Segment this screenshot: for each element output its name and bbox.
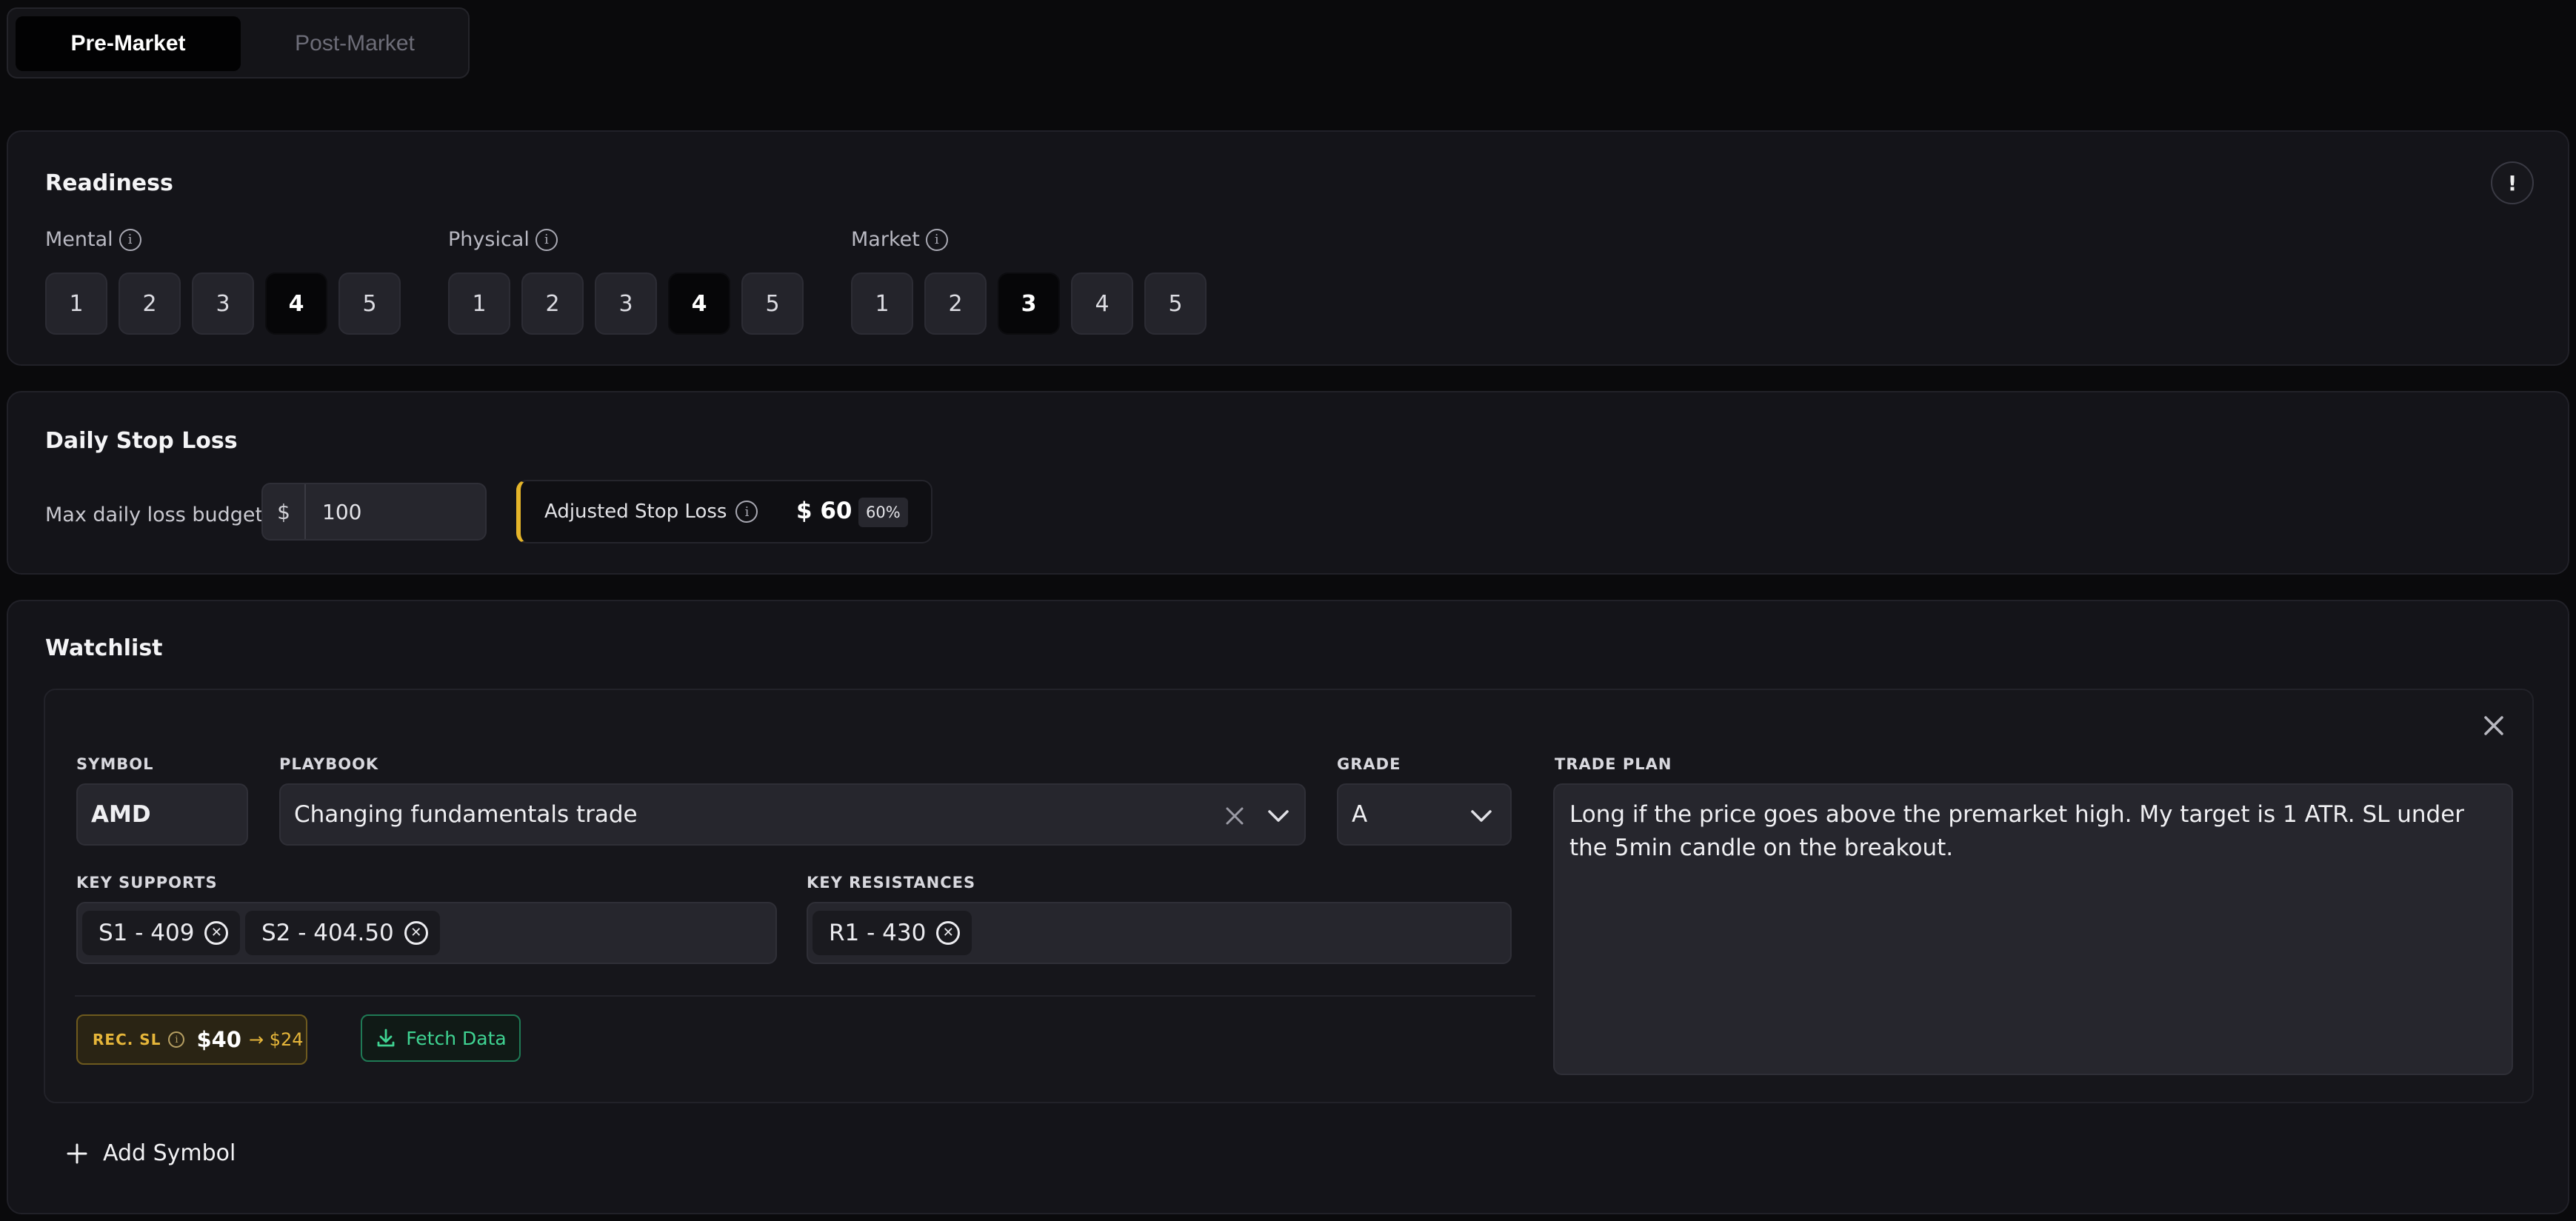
market-option-4[interactable]: 4: [1071, 272, 1133, 335]
tab-pre-market[interactable]: Pre-Market: [16, 16, 241, 71]
market-label: Market: [851, 228, 920, 251]
physical-option-4[interactable]: 4: [668, 272, 730, 335]
info-icon[interactable]: i: [735, 501, 758, 523]
resistance-chip-label: R1 - 430: [829, 920, 927, 946]
budget-input[interactable]: [307, 484, 485, 539]
fetch-data-label: Fetch Data: [406, 1027, 507, 1049]
tab-post-market[interactable]: Post-Market: [244, 16, 466, 71]
key-resistances-field[interactable]: R1 - 430 ✕: [807, 902, 1512, 964]
key-supports-label: KEY SUPPORTS: [76, 874, 218, 892]
symbol-label: SYMBOL: [76, 755, 154, 773]
info-icon[interactable]: i: [119, 228, 141, 251]
daily-stop-loss-title: Daily Stop Loss: [45, 428, 238, 454]
adjusted-stop-loss-value: $ 60: [796, 498, 852, 524]
adjusted-stop-loss-label: Adjusted Stop Loss: [544, 501, 727, 523]
chevron-down-icon[interactable]: [1266, 806, 1291, 826]
watchlist-card: Watchlist SYMBOL AMD PLAYBOOK Changing f…: [7, 600, 2569, 1214]
physical-option-3[interactable]: 3: [595, 272, 657, 335]
support-chip: S2 - 404.50 ✕: [245, 911, 440, 955]
adjusted-stop-loss-percent-badge: 60%: [858, 498, 908, 527]
add-symbol-button[interactable]: Add Symbol: [66, 1140, 236, 1166]
alert-button[interactable]: !: [2491, 161, 2534, 204]
remove-chip-icon[interactable]: ✕: [936, 921, 961, 945]
trade-plan-textarea[interactable]: Long if the price goes above the premark…: [1553, 783, 2513, 1075]
add-symbol-label: Add Symbol: [103, 1140, 236, 1166]
clear-icon[interactable]: [1223, 804, 1247, 828]
market-option-1[interactable]: 1: [851, 272, 913, 335]
physical-option-1[interactable]: 1: [448, 272, 510, 335]
playbook-select[interactable]: Changing fundamentals trade: [279, 783, 1306, 846]
symbol-field[interactable]: AMD: [76, 783, 248, 846]
session-tabs: Pre-Market Post-Market: [7, 7, 470, 78]
trade-plan-label: TRADE PLAN: [1555, 755, 1672, 773]
market-option-3[interactable]: 3: [998, 272, 1060, 335]
info-icon[interactable]: i: [925, 228, 948, 251]
market-option-2[interactable]: 2: [924, 272, 987, 335]
info-icon[interactable]: i: [168, 1031, 185, 1048]
download-icon: [377, 1028, 395, 1047]
key-resistances-label: KEY RESISTANCES: [807, 874, 976, 892]
budget-label: Max daily loss budget: [45, 504, 264, 526]
grade-value: A: [1352, 801, 1368, 828]
rec-sl-adjusted: → $24: [249, 1029, 304, 1050]
recommended-stop-loss-badge: REC. SL i $40 → $24: [76, 1014, 307, 1065]
resistance-chip: R1 - 430 ✕: [812, 911, 972, 955]
mental-option-4[interactable]: 4: [265, 272, 327, 335]
playbook-label: PLAYBOOK: [279, 755, 379, 773]
mental-option-1[interactable]: 1: [45, 272, 107, 335]
mental-option-2[interactable]: 2: [119, 272, 181, 335]
symbol-value: AMD: [91, 801, 151, 828]
market-option-5[interactable]: 5: [1144, 272, 1207, 335]
remove-chip-icon[interactable]: ✕: [404, 921, 428, 945]
readiness-card: Readiness ! Mental i 1 2 3 4 5 Physical …: [7, 130, 2569, 366]
remove-chip-icon[interactable]: ✕: [204, 921, 229, 945]
rec-sl-value: $40: [196, 1027, 241, 1052]
physical-option-5[interactable]: 5: [741, 272, 804, 335]
budget-field: $: [261, 483, 487, 541]
currency-prefix: $: [263, 484, 306, 539]
grade-label: GRADE: [1337, 755, 1401, 773]
physical-option-2[interactable]: 2: [521, 272, 584, 335]
readiness-title: Readiness: [45, 170, 173, 196]
mental-label: Mental: [45, 228, 113, 251]
rec-sl-label: REC. SL: [93, 1031, 161, 1048]
support-chip: S1 - 409 ✕: [82, 911, 241, 955]
support-chip-label: S1 - 409: [99, 920, 195, 946]
adjusted-stop-loss-panel: Adjusted Stop Loss i $ 60 60%: [516, 480, 932, 543]
mental-option-5[interactable]: 5: [338, 272, 401, 335]
watchlist-title: Watchlist: [45, 635, 163, 661]
market-label-group: Market i: [851, 228, 948, 251]
chevron-down-icon[interactable]: [1469, 806, 1494, 826]
adjusted-stop-loss-label-group: Adjusted Stop Loss i: [544, 501, 758, 523]
grade-select[interactable]: A: [1337, 783, 1512, 846]
info-icon[interactable]: i: [535, 228, 558, 251]
playbook-value: Changing fundamentals trade: [294, 801, 638, 828]
close-icon[interactable]: [2479, 711, 2509, 740]
daily-stop-loss-card: Daily Stop Loss Max daily loss budget $ …: [7, 391, 2569, 575]
mental-label-group: Mental i: [45, 228, 141, 251]
plus-icon: [67, 1143, 87, 1163]
mental-option-3[interactable]: 3: [192, 272, 254, 335]
watchlist-item: SYMBOL AMD PLAYBOOK Changing fundamental…: [44, 689, 2534, 1103]
fetch-data-button[interactable]: Fetch Data: [361, 1014, 521, 1062]
key-supports-field[interactable]: S1 - 409 ✕ S2 - 404.50 ✕: [76, 902, 777, 964]
support-chip-label: S2 - 404.50: [261, 920, 394, 946]
physical-label: Physical: [448, 228, 530, 251]
physical-label-group: Physical i: [448, 228, 558, 251]
divider: [75, 995, 1535, 997]
